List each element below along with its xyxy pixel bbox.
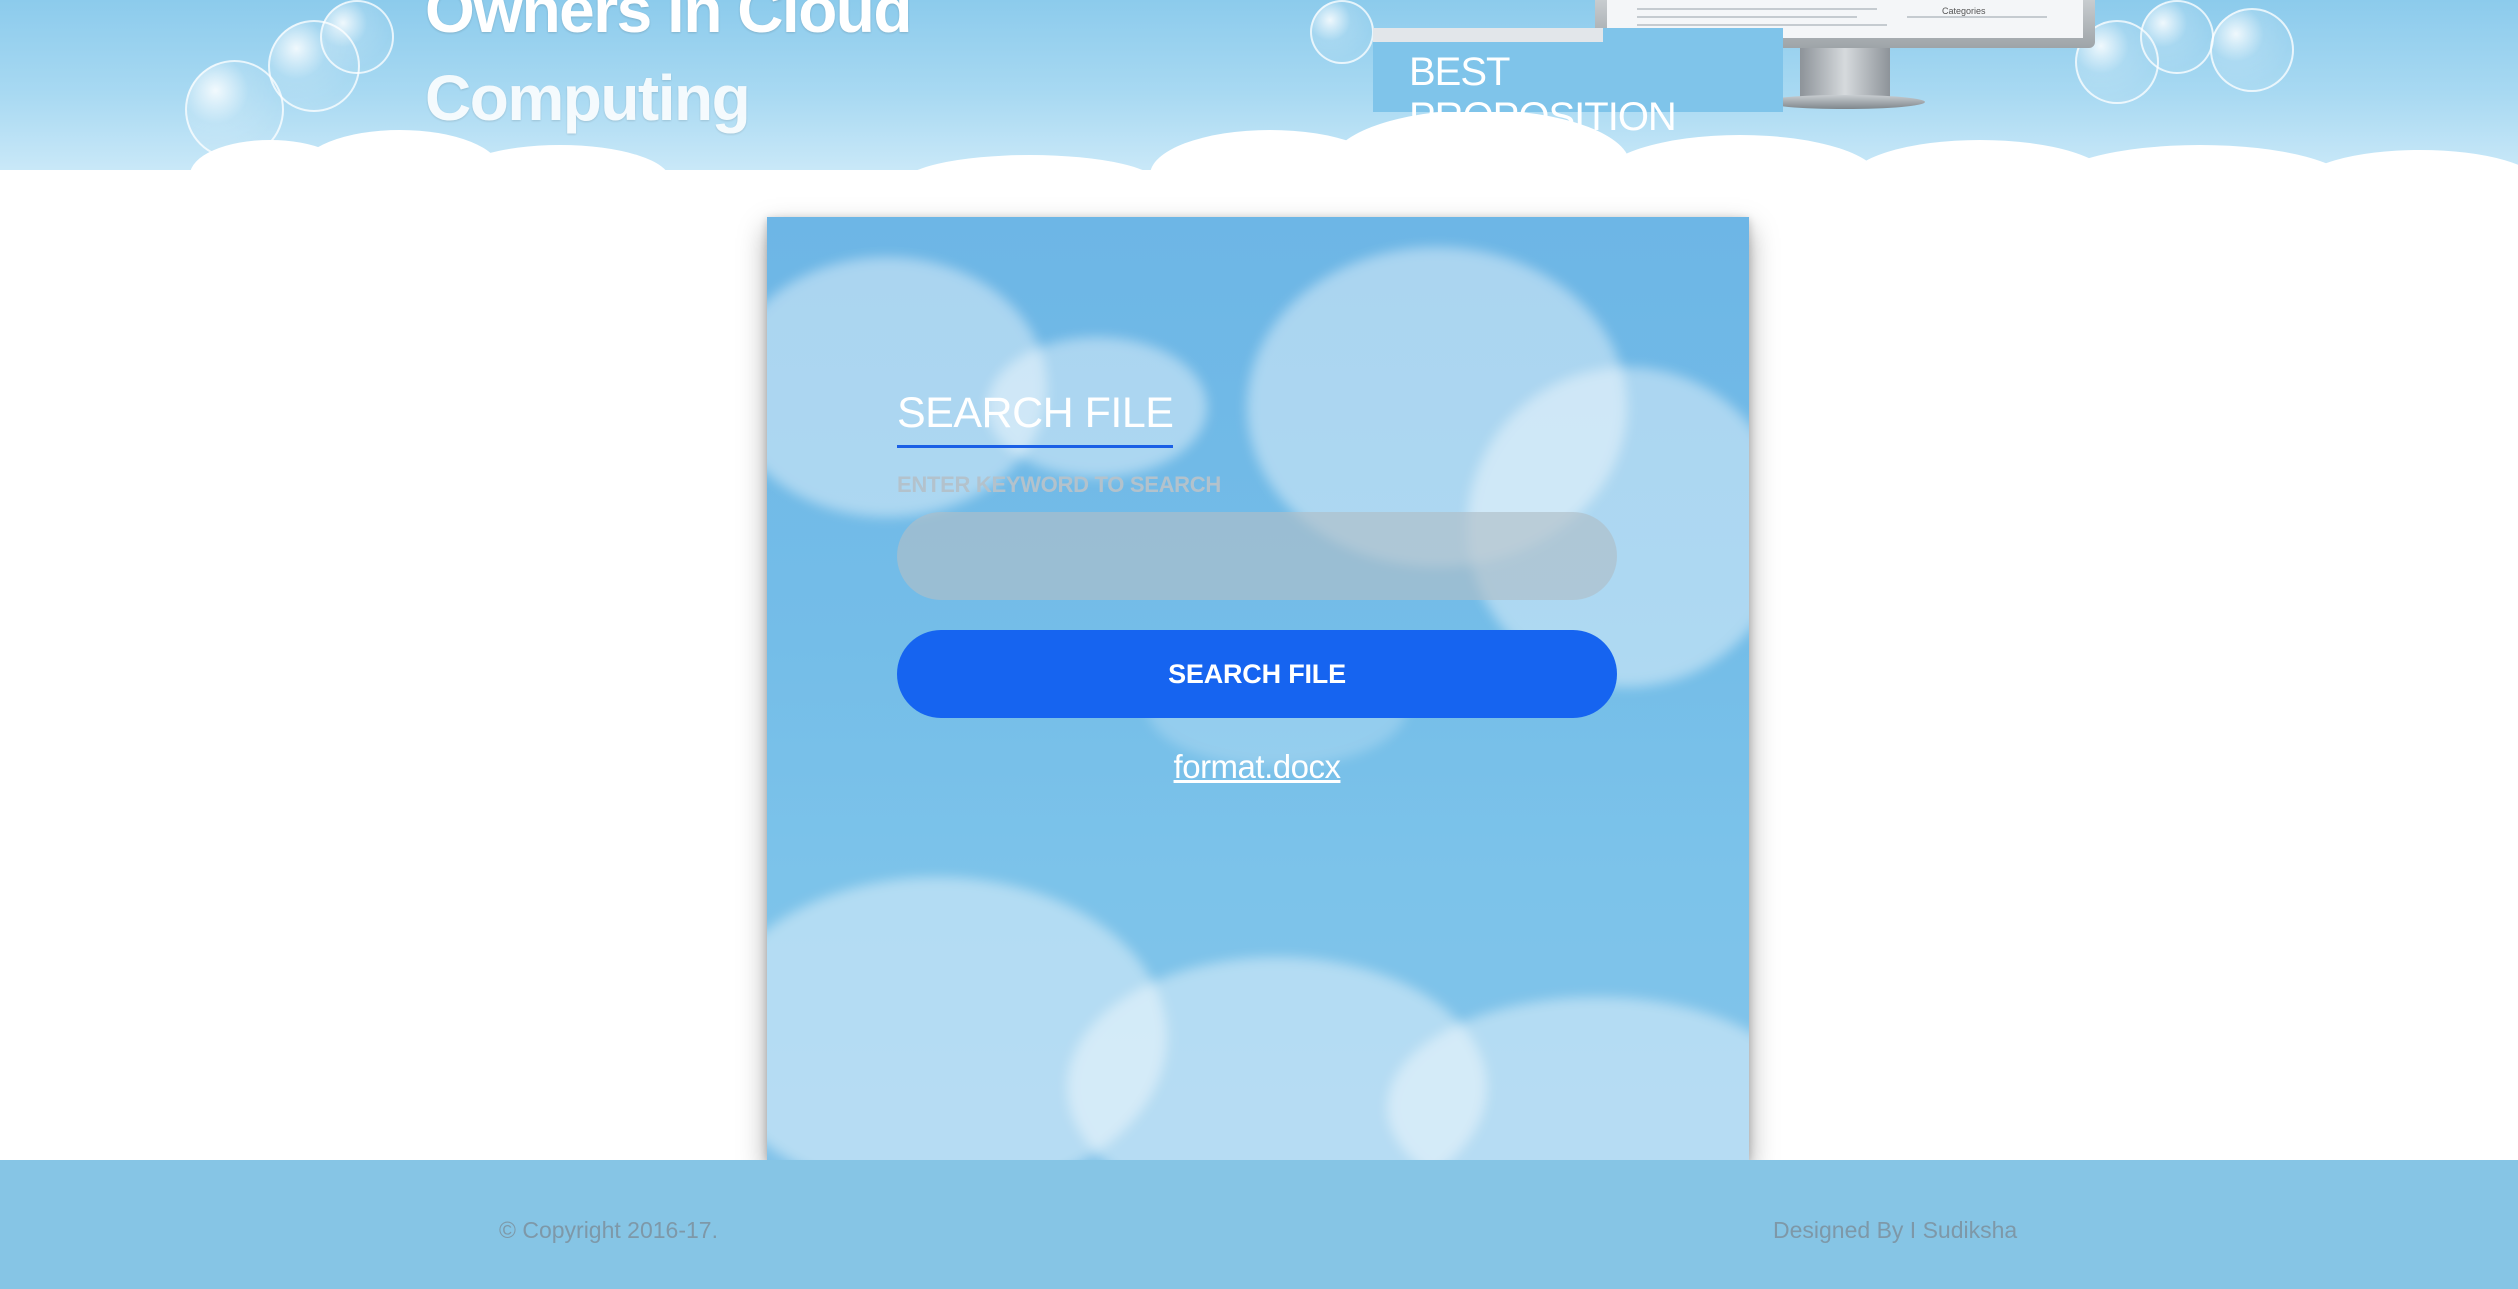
- bubble-decoration: [2140, 0, 2214, 74]
- search-form: SEARCH FILE ENTER KEYWORD TO SEARCH SEAR…: [897, 389, 1617, 786]
- search-panel: SEARCH FILE ENTER KEYWORD TO SEARCH SEAR…: [767, 217, 1749, 1160]
- file-result-link[interactable]: format.docx: [897, 748, 1617, 786]
- proposition-banner: BEST PROPOSITION: [1373, 28, 1783, 139]
- panel-heading: SEARCH FILE: [897, 389, 1174, 448]
- proposition-label: BEST PROPOSITION: [1409, 50, 1677, 139]
- page: Owners in Cloud Computing Categories BES…: [0, 0, 2518, 1289]
- banner-title-line: Computing: [425, 62, 751, 134]
- banner-title: Owners in Cloud Computing: [425, 0, 985, 142]
- bubble-decoration: [2210, 8, 2294, 92]
- banner-title-line: Owners in Cloud: [425, 0, 912, 46]
- keyword-input[interactable]: [897, 512, 1617, 600]
- bubble-decoration: [1310, 0, 1374, 64]
- search-file-button[interactable]: SEARCH FILE: [897, 630, 1617, 718]
- designer-credit: Designed By I Sudiksha: [1773, 1217, 2018, 1243]
- footer: © Copyright 2016-17. Designed By I Sudik…: [0, 1160, 2518, 1289]
- monitor-screen-text: Categories: [1942, 6, 1986, 16]
- cloud-decoration: [0, 90, 2518, 170]
- bubble-decoration: [320, 0, 394, 74]
- copyright-text: © Copyright 2016-17.: [499, 1217, 718, 1243]
- header-banner: Owners in Cloud Computing Categories BES…: [0, 0, 2518, 170]
- keyword-label: ENTER KEYWORD TO SEARCH: [897, 472, 1221, 497]
